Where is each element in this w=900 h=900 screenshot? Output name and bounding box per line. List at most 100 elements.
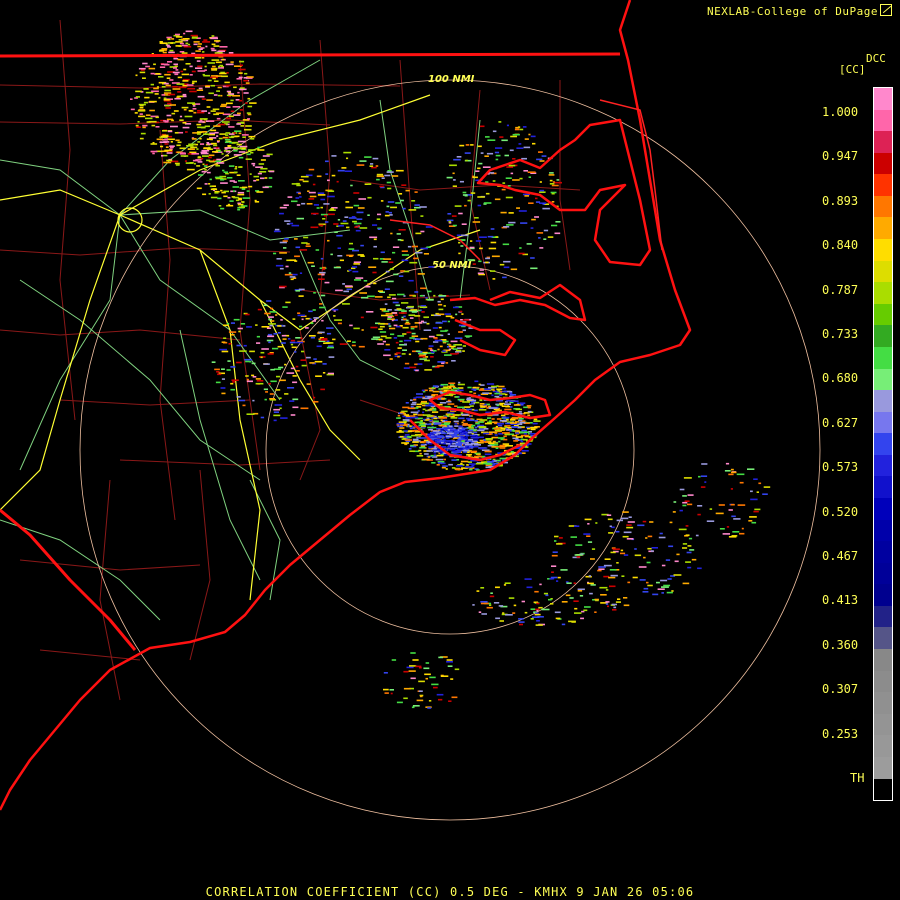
echo-gate: [730, 468, 734, 471]
echo-gate: [298, 192, 301, 195]
echo-gate: [289, 341, 296, 344]
echo-gate: [686, 551, 692, 554]
echo-gate: [446, 661, 453, 663]
echo-gate: [183, 32, 186, 35]
echo-gate: [626, 524, 632, 526]
echo-gate: [186, 168, 195, 171]
echo-gate: [367, 196, 372, 199]
echo-gate: [561, 601, 568, 603]
echo-gate: [183, 68, 187, 71]
echo-gate: [229, 200, 234, 202]
echo-gate: [279, 212, 284, 215]
echo-gate: [238, 330, 241, 333]
echo-gate: [277, 345, 284, 348]
echo-gate: [221, 75, 228, 78]
echo-gate: [431, 394, 436, 397]
echo-gate: [428, 700, 432, 702]
echo-gate: [243, 77, 248, 79]
echo-gate: [214, 368, 220, 371]
echo-gate: [478, 425, 486, 428]
echo-gate: [603, 564, 612, 567]
echo-gate: [139, 71, 146, 74]
echo-gate: [671, 590, 674, 592]
echo-gate: [566, 582, 572, 584]
echo-gate: [390, 206, 397, 209]
echo-gate: [189, 90, 197, 93]
echo-gate: [454, 430, 462, 433]
echo-gate: [468, 463, 476, 465]
legend-tick-label: 0.787: [822, 282, 859, 297]
echo-gate: [392, 251, 396, 254]
echo-gate: [399, 427, 405, 429]
echo-gate: [508, 164, 516, 167]
echo-gate: [209, 185, 213, 188]
echo-gate: [389, 327, 396, 330]
echo-gate: [264, 398, 267, 401]
color-swatch: [874, 325, 892, 347]
echo-gate: [397, 425, 403, 428]
echo-gate: [245, 102, 248, 104]
echo-gate: [469, 468, 473, 471]
color-swatch: [874, 735, 892, 757]
echo-gate: [437, 365, 444, 367]
echo-gate: [290, 367, 296, 370]
echo-gate: [494, 407, 498, 409]
echo-gate: [277, 332, 281, 334]
echo-gate: [511, 416, 519, 419]
echo-gate: [319, 271, 326, 274]
echo-gate: [221, 350, 229, 353]
echo-gate: [306, 356, 311, 359]
echo-gate: [237, 208, 241, 211]
echo-gate: [337, 255, 343, 257]
echo-gate: [312, 183, 316, 186]
echo-gate: [179, 119, 184, 121]
echo-gate: [372, 157, 379, 160]
echo-gate: [491, 385, 498, 388]
echo-gate: [519, 623, 523, 626]
echo-gate: [151, 124, 156, 127]
echo-gate: [268, 318, 272, 321]
echo-gate: [541, 155, 547, 157]
echo-gate: [250, 138, 255, 140]
echo-gate: [503, 435, 507, 438]
echo-gate: [401, 302, 409, 304]
echo-gate: [484, 453, 492, 456]
echo-gate: [457, 448, 463, 450]
echo-gate: [246, 153, 251, 156]
echo-gate: [437, 361, 446, 363]
color-scale-bar: [873, 87, 893, 801]
echo-gate: [325, 160, 329, 163]
echo-gate: [417, 273, 425, 275]
echo-gate: [482, 392, 490, 394]
echo-gate: [460, 412, 464, 414]
echo-gate: [402, 318, 407, 321]
echo-gate: [310, 336, 315, 339]
echo-gate: [460, 435, 465, 438]
echo-gate: [464, 443, 473, 446]
echo-gate: [407, 305, 414, 308]
echo-gate: [240, 121, 245, 124]
echo-gate: [344, 170, 352, 172]
echo-gate: [510, 406, 513, 408]
echo-gate: [256, 179, 260, 181]
echo-gate: [170, 141, 173, 143]
echo-gate: [505, 405, 511, 408]
echo-gate: [430, 356, 434, 358]
echo-gate: [470, 447, 474, 449]
echo-gate: [201, 110, 207, 112]
legend-tick-label: 0.520: [822, 504, 859, 519]
echo-gate: [201, 131, 208, 133]
echo-gate: [730, 488, 733, 490]
echo-gate: [303, 236, 309, 239]
echo-gate: [574, 612, 582, 614]
echo-gate: [355, 277, 364, 279]
echo-gate: [458, 212, 463, 215]
echo-gate: [719, 528, 725, 530]
echo-gate: [479, 236, 487, 238]
echo-gate: [216, 135, 219, 137]
echo-gate: [519, 247, 522, 249]
echo-gate: [245, 313, 250, 316]
echo-gate: [456, 352, 459, 355]
echo-gate: [217, 50, 225, 53]
echo-gate: [402, 415, 406, 418]
